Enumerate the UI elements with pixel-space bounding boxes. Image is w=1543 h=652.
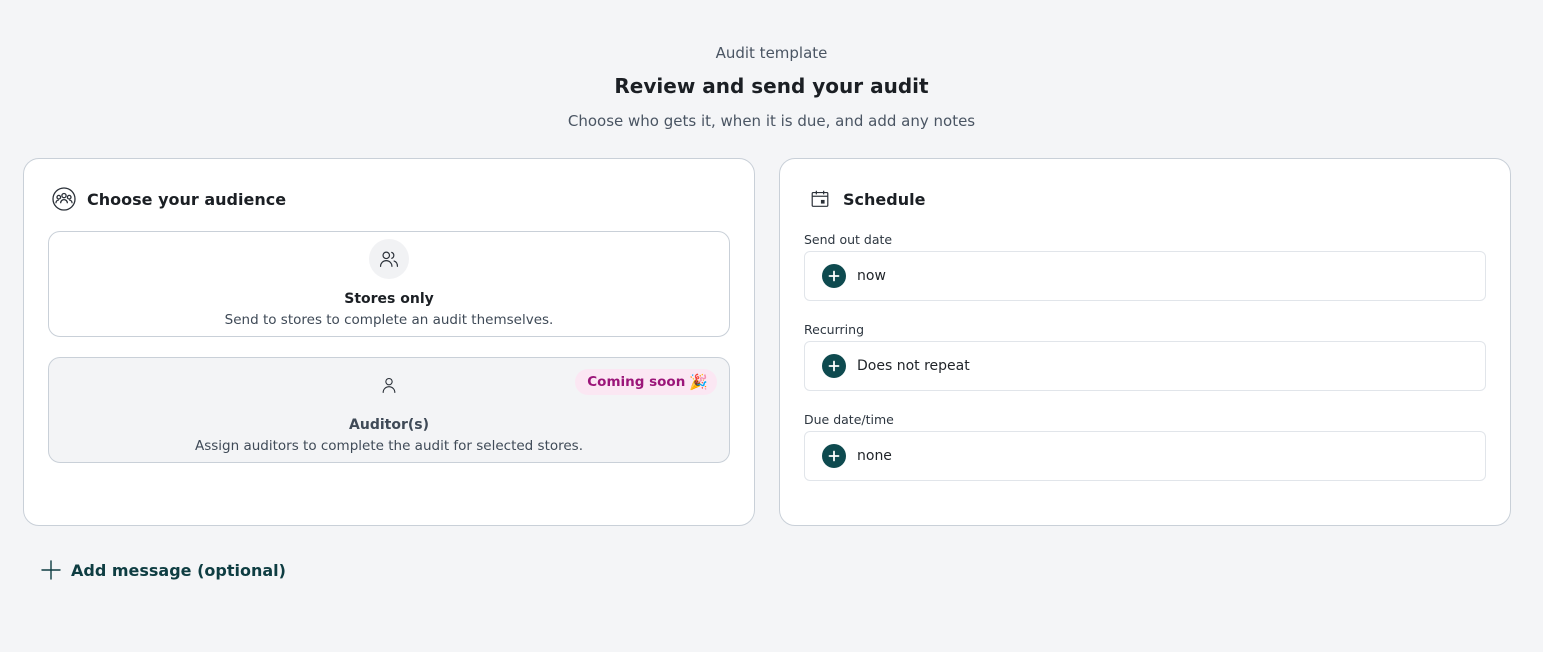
coming-soon-text: Coming soon [587,374,686,390]
due-date-value: none [857,448,892,464]
add-due-date-button[interactable] [822,444,846,468]
page-subtitle: Choose who gets it, when it is due, and … [567,112,976,130]
send-out-date-value: now [857,268,886,284]
schedule-title: Schedule [843,189,926,209]
send-out-date-label: Send out date [804,232,893,247]
audience-card: Choose your audience Stores only Send to… [23,158,755,526]
audience-title: Choose your audience [87,189,287,209]
coming-soon-badge: Coming soon 🎉 [575,369,717,395]
add-recurrence-button[interactable] [822,354,846,378]
schedule-card: Schedule Send out date now Recurring Doe… [779,158,1511,526]
add-message-button[interactable]: Add message (optional) [40,558,286,582]
auditors-title: Auditor(s) [349,417,429,433]
audience-header: Choose your audience [52,187,286,211]
add-message-label: Add message (optional) [71,560,286,580]
due-date-label: Due date/time [804,412,894,427]
due-date-field[interactable]: none [804,431,1486,481]
plus-icon [40,559,62,581]
page-eyebrow: Audit template [715,44,828,62]
auditors-option: Coming soon 🎉 Auditor(s) Assign auditors… [48,357,730,463]
calendar-icon [808,187,832,211]
schedule-header: Schedule [808,187,925,211]
send-out-date-field[interactable]: now [804,251,1486,301]
user-icon [369,365,409,405]
party-popper-icon: 🎉 [689,373,708,391]
auditors-description: Assign auditors to complete the audit fo… [194,438,584,454]
group-icon [52,187,76,211]
recurring-field[interactable]: Does not repeat [804,341,1486,391]
stores-only-title: Stores only [344,291,434,307]
add-send-date-button[interactable] [822,264,846,288]
recurring-label: Recurring [804,322,864,337]
recurring-value: Does not repeat [857,358,970,374]
stores-only-option[interactable]: Stores only Send to stores to complete a… [48,231,730,337]
users-icon [369,239,409,279]
stores-only-description: Send to stores to complete an audit them… [224,312,554,328]
page-title: Review and send your audit [614,74,929,98]
